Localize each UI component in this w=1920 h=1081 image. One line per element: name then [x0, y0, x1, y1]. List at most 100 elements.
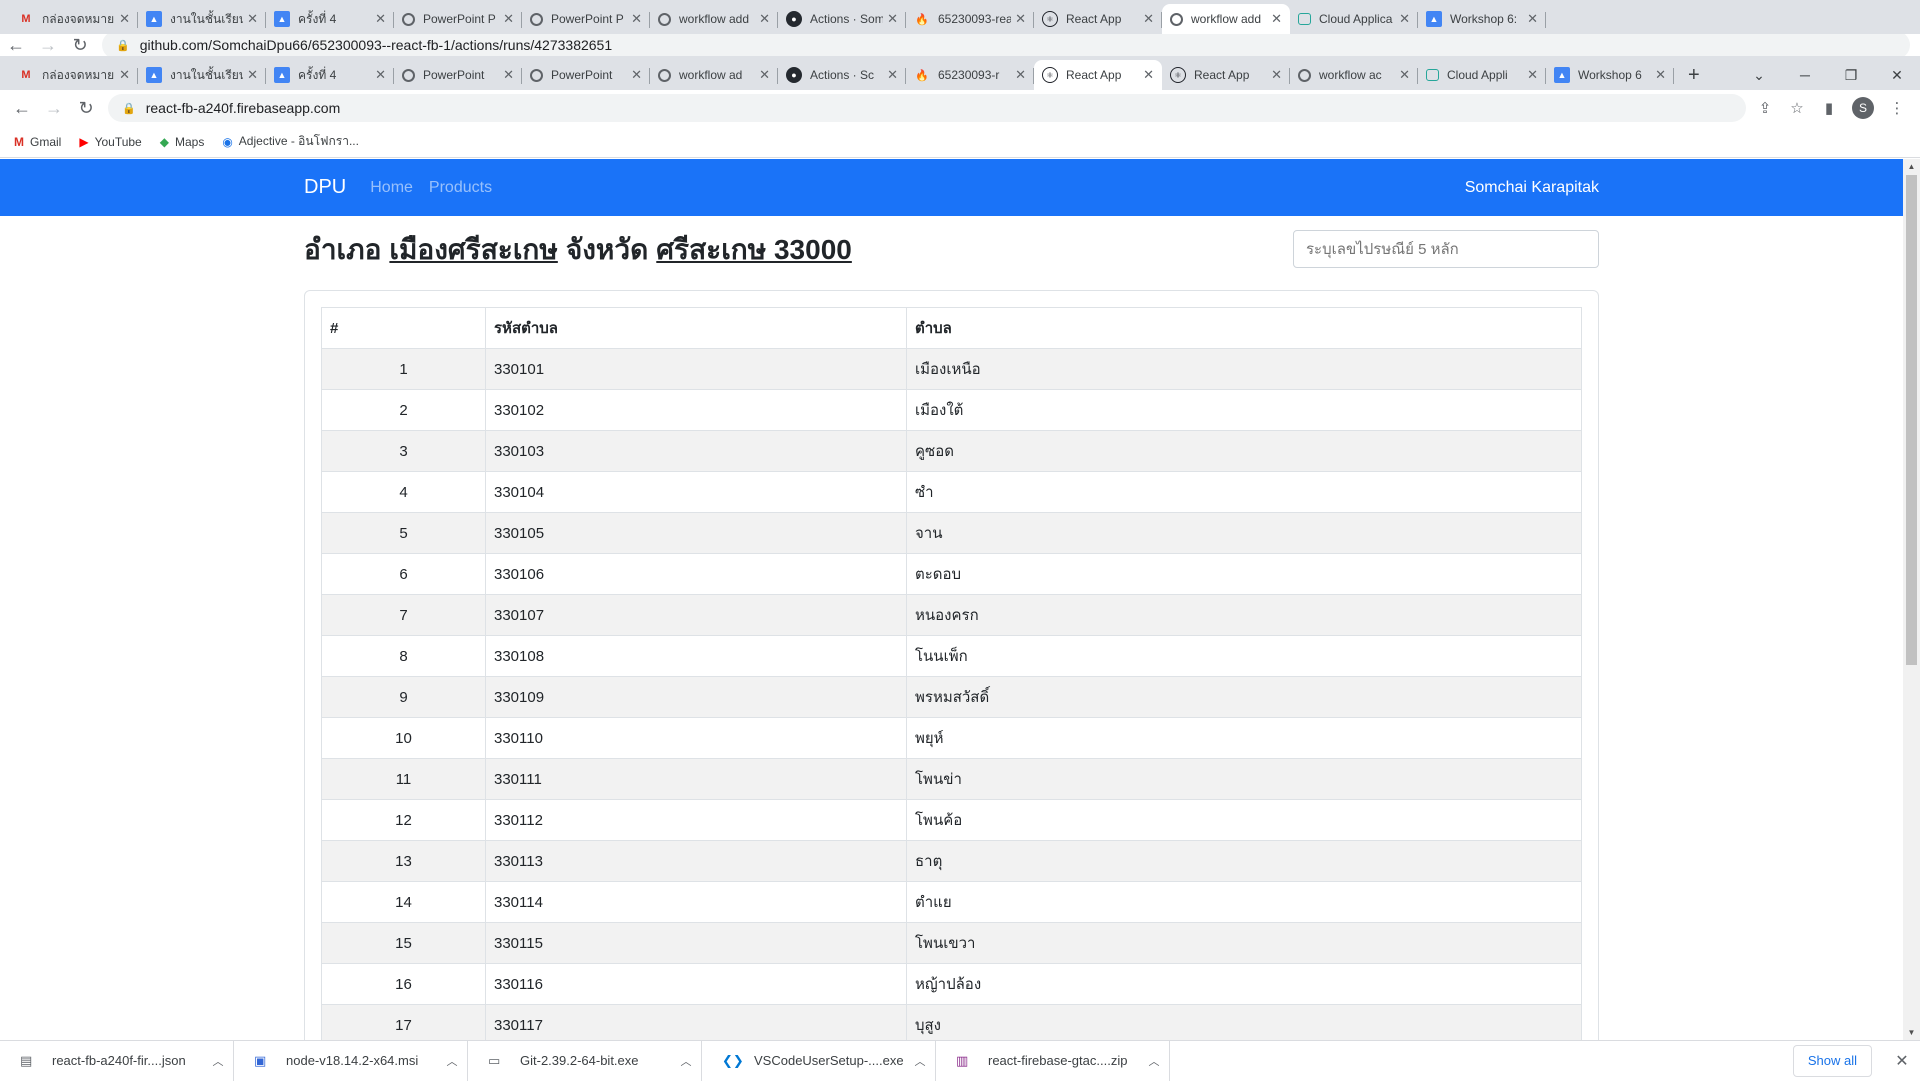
tab-title[interactable]: PowerPoint P — [423, 12, 499, 26]
bookmark-2[interactable]: ◆ Maps — [160, 135, 205, 149]
close-tab-icon[interactable]: ✕ — [375, 11, 386, 27]
tab-title[interactable]: PowerPoint — [551, 68, 627, 82]
tab-title[interactable]: workflow add — [1191, 12, 1267, 26]
chevron-up-icon[interactable]: ︿ — [671, 1053, 701, 1069]
tab-title[interactable]: React App — [1066, 68, 1139, 82]
close-tab-icon[interactable]: ✕ — [631, 67, 642, 83]
background-tab-11[interactable]: ▲ Workshop 6: ✕ — [1418, 4, 1546, 34]
bookmark-label[interactable]: Gmail — [30, 135, 61, 149]
background-tab-2[interactable]: ▲ ครั้งที่ 4 ✕ — [266, 4, 394, 34]
tab-title[interactable]: workflow ac — [1319, 68, 1395, 82]
bookmark-0[interactable]: M Gmail — [14, 135, 61, 149]
tab-8[interactable]: ⚛ React App ✕ — [1034, 60, 1162, 90]
chevron-up-icon[interactable]: ︿ — [1139, 1053, 1169, 1069]
reload-icon[interactable]: ↻ — [70, 98, 102, 119]
download-filename[interactable]: VSCodeUserSetup-....exe — [754, 1053, 905, 1068]
tab-title[interactable]: ครั้งที่ 4 — [298, 66, 371, 85]
background-tab-10[interactable]: Cloud Applica ✕ — [1290, 4, 1418, 34]
close-tab-icon[interactable]: ✕ — [887, 67, 898, 83]
close-tab-icon[interactable]: ✕ — [1015, 67, 1026, 83]
close-tab-icon[interactable]: ✕ — [1143, 11, 1154, 27]
tab-title[interactable]: Actions · Som — [810, 12, 883, 26]
tab-12[interactable]: ▲ Workshop 6 ✕ — [1546, 60, 1674, 90]
download-filename[interactable]: Git-2.39.2-64-bit.exe — [520, 1053, 671, 1068]
tab-title[interactable]: React App — [1066, 12, 1139, 26]
tab-6[interactable]: ● Actions · Sc ✕ — [778, 60, 906, 90]
bookmark-1[interactable]: ▶ YouTube — [79, 135, 141, 149]
navbar-brand[interactable]: DPU — [304, 176, 346, 199]
tab-10[interactable]: workflow ac ✕ — [1290, 60, 1418, 90]
page-scrollbar[interactable]: ▲ ▼ — [1903, 159, 1920, 1040]
lock-icon[interactable]: 🔒 — [122, 102, 136, 115]
close-shelf-icon[interactable]: ✕ — [1884, 1051, 1920, 1071]
back-icon[interactable]: ← — [6, 98, 38, 119]
tab-title[interactable]: กล่องจดหมาย — [42, 66, 115, 85]
close-tab-icon[interactable]: ✕ — [887, 11, 898, 27]
tab-title[interactable]: 65230093-r — [938, 68, 1011, 82]
tab-4[interactable]: PowerPoint ✕ — [522, 60, 650, 90]
download-item-4[interactable]: ▥ react-firebase-gtac....zip ︿ — [936, 1040, 1170, 1081]
bookmark-3[interactable]: ◉ Adjective - อินโฟกรา... — [222, 132, 359, 151]
chevron-up-icon[interactable]: ︿ — [437, 1053, 467, 1069]
tab-title[interactable]: งานในชั้นเรียน — [170, 10, 243, 29]
address-bar[interactable]: 🔒 react-fb-a240f.firebaseapp.com — [108, 94, 1746, 122]
tab-title[interactable]: PowerPoint — [423, 68, 499, 82]
close-tab-icon[interactable]: ✕ — [1399, 67, 1410, 83]
close-tab-icon[interactable]: ✕ — [759, 11, 770, 27]
tab-title[interactable]: งานในชั้นเรียน — [170, 66, 243, 85]
restore-icon[interactable]: ❐ — [1828, 67, 1874, 84]
tab-title[interactable]: Actions · Sc — [810, 68, 883, 82]
download-item-2[interactable]: ▭ Git-2.39.2-64-bit.exe ︿ — [468, 1040, 702, 1081]
tab-title[interactable]: PowerPoint P — [551, 12, 627, 26]
amphoe-link[interactable]: เมืองศรีสะเกษ — [389, 228, 557, 272]
tab-title[interactable]: React App — [1194, 68, 1267, 82]
download-item-1[interactable]: ▣ node-v18.14.2-x64.msi ︿ — [234, 1040, 468, 1081]
tab-1[interactable]: ▲ งานในชั้นเรียน ✕ — [138, 60, 266, 90]
background-tab-3[interactable]: PowerPoint P ✕ — [394, 4, 522, 34]
download-filename[interactable]: react-firebase-gtac....zip — [988, 1053, 1139, 1068]
share-icon[interactable]: ⇪ — [1756, 99, 1774, 117]
background-tab-4[interactable]: PowerPoint P ✕ — [522, 4, 650, 34]
close-tab-icon[interactable]: ✕ — [1015, 11, 1026, 27]
profile-avatar[interactable]: S — [1852, 97, 1874, 119]
close-tab-icon[interactable]: ✕ — [1655, 67, 1666, 83]
close-tab-icon[interactable]: ✕ — [1399, 11, 1410, 27]
background-tab-5[interactable]: workflow add ✕ — [650, 4, 778, 34]
tab-title[interactable]: กล่องจดหมาย ( — [42, 10, 115, 29]
zip-code-input[interactable] — [1293, 230, 1599, 268]
background-tab-8[interactable]: ⚛ React App ✕ — [1034, 4, 1162, 34]
side-panel-icon[interactable]: ▮ — [1820, 99, 1838, 117]
close-tab-icon[interactable]: ✕ — [119, 11, 130, 27]
close-tab-icon[interactable]: ✕ — [631, 11, 642, 27]
tab-title[interactable]: ครั้งที่ 4 — [298, 10, 371, 29]
chevron-up-icon[interactable]: ︿ — [203, 1053, 233, 1069]
chevron-up-icon[interactable]: ︿ — [905, 1053, 935, 1069]
background-tab-0[interactable]: M กล่องจดหมาย (✕ — [10, 4, 138, 34]
tab-search-icon[interactable]: ⌄ — [1736, 67, 1782, 84]
download-filename[interactable]: node-v18.14.2-x64.msi — [286, 1053, 437, 1068]
tab-3[interactable]: PowerPoint ✕ — [394, 60, 522, 90]
close-tab-icon[interactable]: ✕ — [247, 67, 258, 83]
bookmark-label[interactable]: Maps — [175, 135, 204, 149]
url-text[interactable]: react-fb-a240f.firebaseapp.com — [146, 100, 341, 116]
tab-11[interactable]: Cloud Appli ✕ — [1418, 60, 1546, 90]
tab-title[interactable]: Workshop 6: — [1450, 12, 1523, 26]
bookmark-label[interactable]: YouTube — [95, 135, 142, 149]
tab-7[interactable]: 🔥 65230093-r ✕ — [906, 60, 1034, 90]
tab-title[interactable]: Cloud Appli — [1447, 68, 1523, 82]
new-tab-icon[interactable]: + — [1674, 60, 1714, 90]
province-link[interactable]: ศรีสะเกษ 33000 — [656, 228, 852, 272]
tab-title[interactable]: 65230093-rea — [938, 12, 1011, 26]
scrollbar-thumb[interactable] — [1906, 175, 1917, 665]
download-item-0[interactable]: ▤ react-fb-a240f-fir....json ︿ — [0, 1040, 234, 1081]
background-tab-6[interactable]: ● Actions · Som ✕ — [778, 4, 906, 34]
close-tab-icon[interactable]: ✕ — [1527, 67, 1538, 83]
nav-products-link[interactable]: Products — [429, 179, 492, 197]
download-filename[interactable]: react-fb-a240f-fir....json — [52, 1053, 203, 1068]
nav-home-link[interactable]: Home — [370, 179, 413, 197]
bookmark-label[interactable]: Adjective - อินโฟกรา... — [239, 132, 359, 151]
tab-0[interactable]: M กล่องจดหมาย ✕ — [10, 60, 138, 90]
show-all-downloads-button[interactable]: Show all — [1792, 1044, 1872, 1077]
close-tab-icon[interactable]: ✕ — [1143, 67, 1154, 83]
navbar-user-name[interactable]: Somchai Karapitak — [1465, 179, 1599, 197]
